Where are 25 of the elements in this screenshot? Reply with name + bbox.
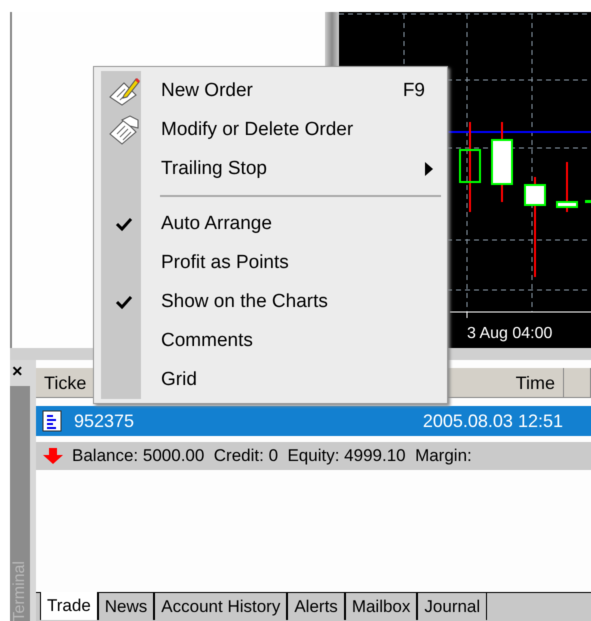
- submenu-arrow-icon: [425, 162, 433, 176]
- tab[interactable]: Mailbox: [344, 593, 418, 620]
- tab[interactable]: Journal: [417, 593, 488, 620]
- candlestick: [556, 162, 578, 212]
- column-header[interactable]: [564, 368, 591, 398]
- candlestick: [585, 200, 591, 203]
- document-icon: [42, 410, 62, 432]
- menu-item[interactable]: Auto Arrange: [94, 204, 447, 243]
- down-arrow-icon: [42, 447, 64, 465]
- order-time: 2005.08.03 12:51: [422, 410, 563, 432]
- menu-item[interactable]: New Order F9: [94, 71, 447, 110]
- tab[interactable]: Alerts: [287, 593, 345, 620]
- menu-item[interactable]: Profit as Points: [94, 243, 447, 282]
- order-row[interactable]: 952375 2005.08.03 12:51: [36, 406, 591, 436]
- menu-item[interactable]: Show on the Charts: [94, 282, 447, 321]
- menu-item[interactable]: Trailing Stop: [94, 149, 447, 188]
- ticket-number: 952375: [74, 410, 136, 432]
- tab[interactable]: News: [98, 593, 154, 620]
- menu-item[interactable]: Comments: [94, 321, 447, 360]
- tab[interactable]: Trade: [40, 592, 98, 620]
- close-icon[interactable]: ×: [10, 360, 26, 382]
- menu-item[interactable]: Modify or Delete Order: [94, 110, 447, 149]
- time-axis-label: 3 Aug 04:00: [467, 325, 552, 342]
- tab[interactable]: Account History: [154, 593, 288, 620]
- account-summary: Balance: 5000.00 Credit: 0 Equity: 4999.10 Margin:: [72, 446, 472, 466]
